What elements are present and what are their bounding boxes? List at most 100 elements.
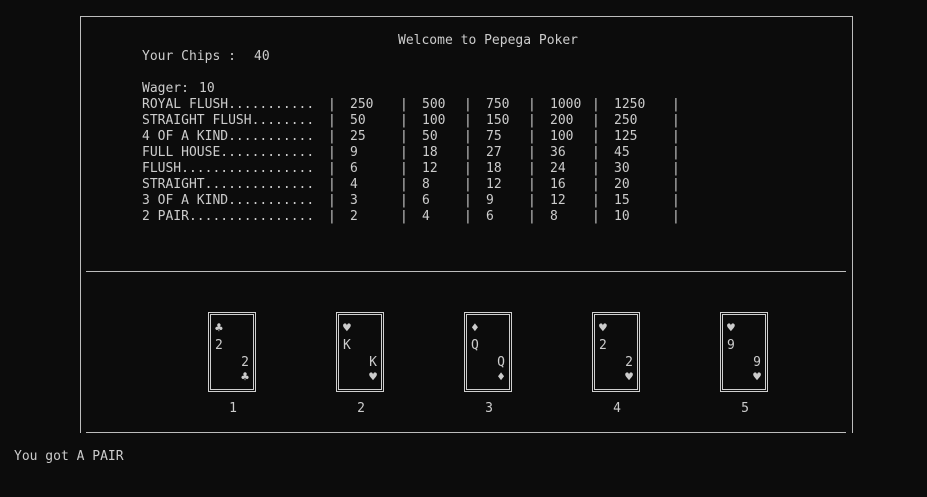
column-separator: | (528, 209, 536, 224)
column-separator: | (328, 209, 336, 224)
column-separator: | (400, 161, 408, 176)
column-separator: | (592, 161, 600, 176)
column-separator: | (672, 161, 680, 176)
column-separator: | (464, 145, 472, 160)
payout: 100 (422, 113, 446, 128)
payout: 24 (550, 161, 566, 176)
card-rank: 2 (215, 338, 223, 353)
column-separator: | (328, 97, 336, 112)
card-number: 4 (613, 401, 621, 416)
payout: 8 (550, 209, 558, 224)
card-rank: Q (497, 355, 505, 370)
card-rank: Q (471, 338, 479, 353)
card-suit-icon: ♥ (625, 370, 633, 385)
column-separator: | (400, 97, 408, 112)
payout: 6 (486, 209, 494, 224)
payout: 30 (614, 161, 630, 176)
frame-right-border (852, 16, 853, 433)
column-separator: | (528, 193, 536, 208)
chips-label: Your Chips : (142, 49, 236, 64)
payout: 2 (350, 209, 358, 224)
payout: 4 (422, 209, 430, 224)
column-separator: | (592, 129, 600, 144)
payout: 6 (350, 161, 358, 176)
column-separator: | (672, 145, 680, 160)
column-separator: | (400, 129, 408, 144)
card-suit-icon: ♥ (753, 370, 761, 385)
column-separator: | (400, 145, 408, 160)
chips-value: 40 (254, 49, 270, 64)
payout: 36 (550, 145, 566, 160)
column-separator: | (672, 97, 680, 112)
column-separator: | (528, 113, 536, 128)
payout: 6 (422, 193, 430, 208)
payout: 250 (614, 113, 638, 128)
payout: 1000 (550, 97, 582, 112)
column-separator: | (464, 129, 472, 144)
payout: 50 (350, 113, 366, 128)
card-number: 2 (357, 401, 365, 416)
card-rank: 2 (599, 338, 607, 353)
card-suit-icon: ♥ (369, 370, 377, 385)
column-separator: | (672, 177, 680, 192)
card-3: ♦ Q Q ♦ (464, 312, 512, 392)
column-separator: | (464, 113, 472, 128)
column-separator: | (328, 193, 336, 208)
column-separator: | (528, 161, 536, 176)
card-suit-icon: ♥ (727, 321, 735, 336)
hand-name: 2 PAIR................ (142, 209, 315, 224)
payout: 18 (422, 145, 438, 160)
column-separator: | (464, 209, 472, 224)
card-rank: 9 (727, 338, 735, 353)
payout: 500 (422, 97, 446, 112)
payout: 4 (350, 177, 358, 192)
payout: 750 (486, 97, 510, 112)
column-separator: | (400, 209, 408, 224)
column-separator: | (328, 177, 336, 192)
card-number: 1 (229, 401, 237, 416)
payout: 150 (486, 113, 510, 128)
wager-label: Wager: (142, 81, 189, 96)
column-separator: | (328, 161, 336, 176)
card-rank: K (343, 338, 351, 353)
payout: 200 (550, 113, 574, 128)
column-separator: | (592, 177, 600, 192)
card-number: 5 (741, 401, 749, 416)
column-separator: | (328, 129, 336, 144)
column-separator: | (328, 113, 336, 128)
card-suit-icon: ♥ (599, 321, 607, 336)
result-message: You got A PAIR (14, 449, 124, 464)
column-separator: | (464, 161, 472, 176)
hand-name: 4 OF A KIND........... (142, 129, 315, 144)
card-rank: K (369, 355, 377, 370)
payout: 1250 (614, 97, 646, 112)
column-separator: | (592, 193, 600, 208)
card-number: 3 (485, 401, 493, 416)
hand-name: STRAIGHT FLUSH........ (142, 113, 315, 128)
payout: 12 (550, 193, 566, 208)
hand-name: 3 OF A KIND........... (142, 193, 315, 208)
column-separator: | (528, 145, 536, 160)
payout: 250 (350, 97, 374, 112)
payout: 25 (350, 129, 366, 144)
frame-bottom-border (86, 432, 846, 433)
column-separator: | (328, 145, 336, 160)
card-suit-icon: ♣ (241, 370, 249, 385)
column-separator: | (672, 113, 680, 128)
card-2: ♥ K K ♥ (336, 312, 384, 392)
card-rank: 2 (241, 355, 249, 370)
payout: 45 (614, 145, 630, 160)
column-separator: | (672, 209, 680, 224)
column-separator: | (400, 193, 408, 208)
hand-name: FLUSH................. (142, 161, 315, 176)
column-separator: | (592, 97, 600, 112)
payout: 8 (422, 177, 430, 192)
payout: 9 (486, 193, 494, 208)
payout: 10 (614, 209, 630, 224)
payout: 3 (350, 193, 358, 208)
payout: 16 (550, 177, 566, 192)
column-separator: | (464, 97, 472, 112)
card-suit-icon: ♦ (471, 321, 479, 336)
payout: 12 (422, 161, 438, 176)
payout: 50 (422, 129, 438, 144)
